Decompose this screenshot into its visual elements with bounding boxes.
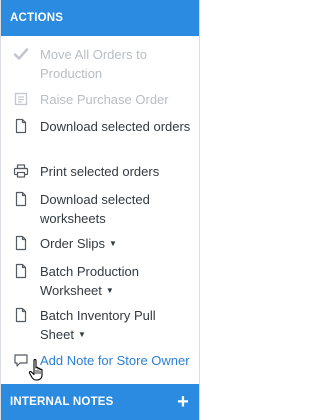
check-icon [13, 46, 29, 67]
action-batch-production-worksheet[interactable]: Batch Production Worksheet ▼ [1, 262, 199, 300]
list-document-icon [13, 91, 29, 112]
chevron-down-icon[interactable]: ▼ [106, 286, 114, 295]
action-label: Batch Production Worksheet [40, 264, 140, 298]
action-print-selected-orders[interactable]: Print selected orders [1, 162, 199, 181]
document-icon [13, 263, 29, 284]
action-label: Order Slips [40, 236, 106, 251]
action-order-slips[interactable]: Order Slips ▼ [1, 234, 199, 253]
action-download-selected-worksheets[interactable]: Download selected worksheets [1, 190, 199, 228]
chevron-down-icon[interactable]: ▼ [78, 330, 86, 339]
document-icon [13, 235, 29, 256]
action-label: Print selected orders [40, 164, 160, 179]
action-label: Download selected worksheets [40, 192, 150, 226]
printer-icon [13, 163, 29, 184]
add-note-plus-icon[interactable]: + [177, 384, 189, 420]
action-raise-purchase-order: Raise Purchase Order [1, 90, 199, 109]
document-icon [13, 191, 29, 212]
action-batch-inventory-pull-sheet[interactable]: Batch Inventory Pull Sheet ▼ [1, 306, 199, 344]
action-download-selected-orders[interactable]: Download selected orders [1, 117, 199, 136]
action-label: Download selected orders [40, 119, 191, 134]
action-move-all-orders-to-production: Move All Orders to Production [1, 45, 199, 83]
action-label: Raise Purchase Order [40, 92, 169, 107]
action-label: Add Note for Store Owner [40, 353, 190, 368]
internal-notes-title: INTERNAL NOTES [10, 396, 114, 408]
actions-header[interactable]: ACTIONS [1, 0, 199, 36]
document-icon [13, 118, 29, 139]
hand-cursor-icon [28, 358, 48, 387]
action-label: Batch Inventory Pull Sheet [40, 308, 156, 342]
chevron-down-icon[interactable]: ▼ [109, 239, 117, 248]
internal-notes-header[interactable]: INTERNAL NOTES + [1, 384, 199, 420]
comment-icon [13, 352, 29, 373]
document-icon [13, 307, 29, 328]
actions-panel: ACTIONS Move All Orders to Production Ra… [0, 0, 200, 420]
actions-header-title: ACTIONS [10, 12, 64, 24]
action-label: Move All Orders to Production [40, 47, 147, 81]
